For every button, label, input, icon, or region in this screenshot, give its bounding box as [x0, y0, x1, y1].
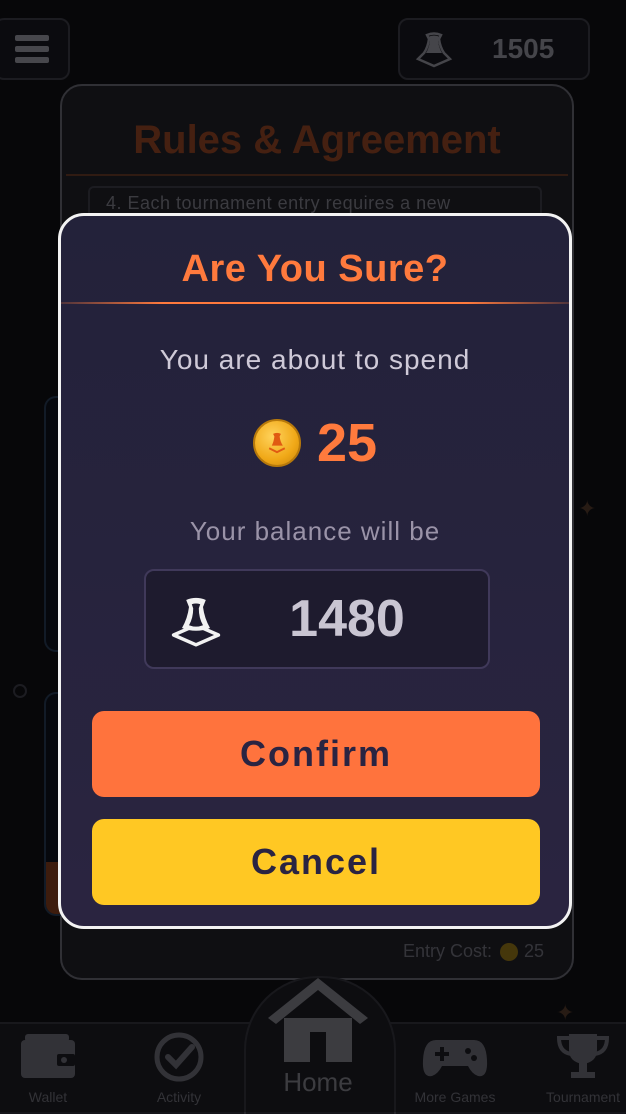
spend-message: You are about to spend — [159, 344, 471, 375]
cancel-button[interactable]: Cancel — [92, 819, 540, 905]
balance-message: Your balance will be — [189, 516, 441, 546]
dialog-divider — [61, 302, 569, 304]
spend-amount-row: 25 — [61, 412, 569, 474]
gold-coin-icon — [252, 419, 301, 467]
new-balance-value: 1480 — [289, 590, 405, 648]
spend-amount: 25 — [316, 413, 378, 473]
confirm-dialog: Are You Sure? You are about to spend 25 … — [58, 213, 572, 929]
confirm-button[interactable]: Confirm — [92, 711, 540, 797]
dialog-title: Are You Sure? — [181, 248, 449, 290]
new-balance-box: 1480 — [144, 569, 490, 669]
